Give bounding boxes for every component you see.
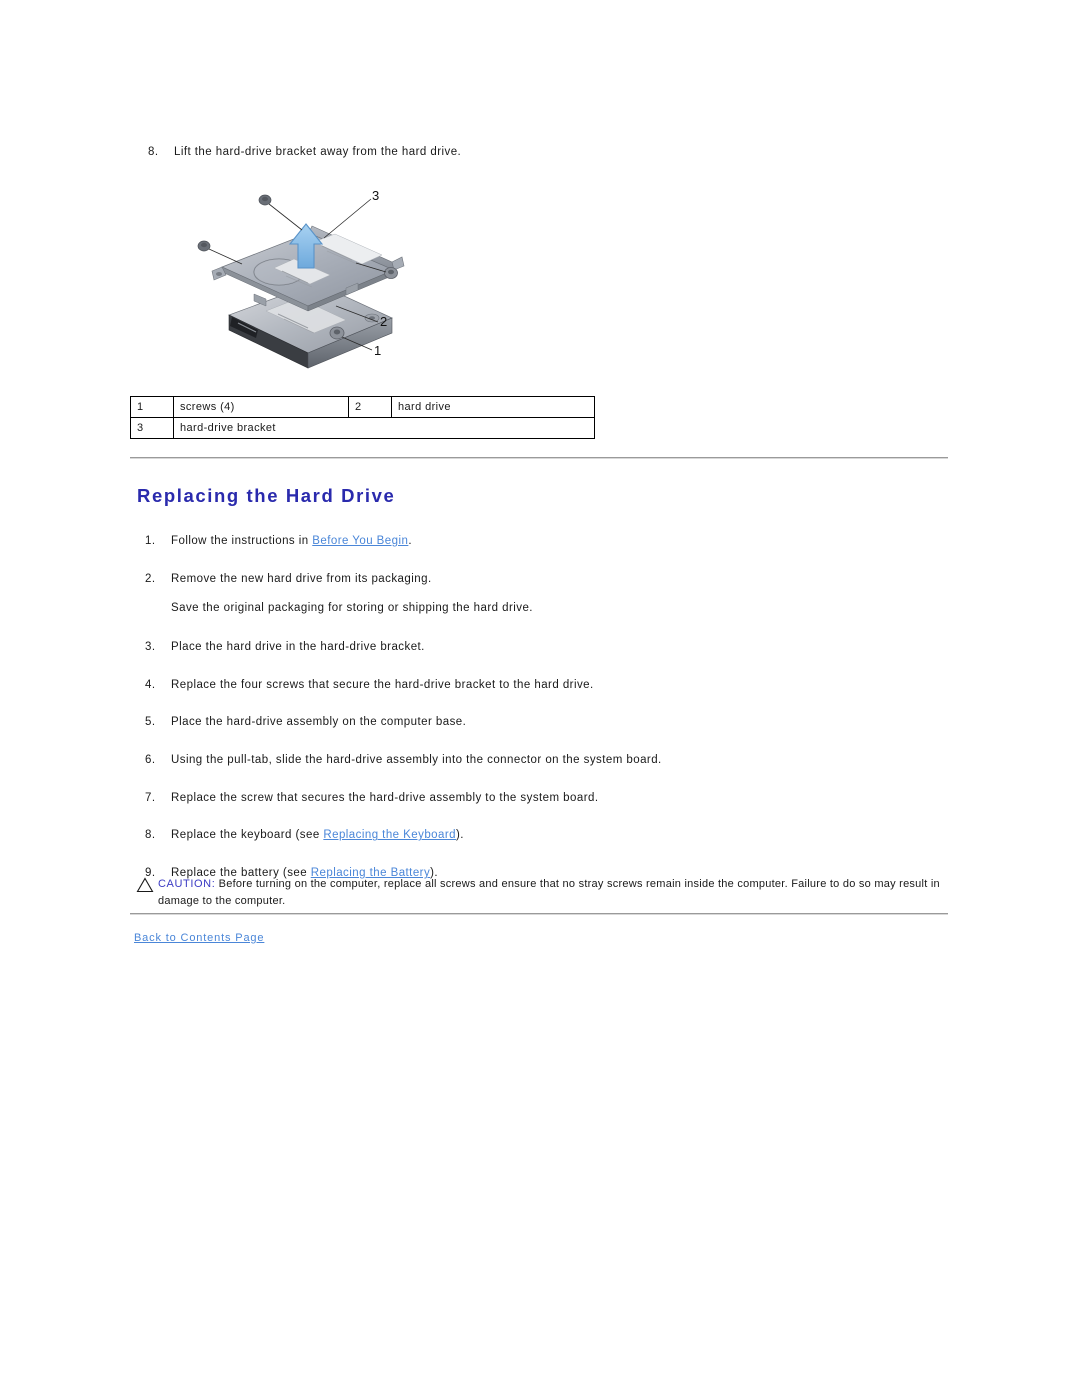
step-number: 1. [145, 535, 156, 547]
step-item: 7. Replace the screw that secures the ha… [145, 790, 955, 807]
step-item: 8. Lift the hard-drive bracket away from… [148, 144, 948, 161]
step-number: 7. [145, 791, 156, 804]
callout-number: 1 [130, 396, 174, 418]
callout-number: 2 [348, 396, 392, 418]
step-item: 6. Using the pull-tab, slide the hard-dr… [145, 752, 955, 769]
step-text: Place the hard drive in the hard-drive b… [171, 641, 425, 654]
step-number: 5. [145, 716, 156, 729]
step-number: 6. [145, 754, 156, 767]
callout-label: screws (4) [173, 396, 349, 418]
figure-callout-2: 2 [380, 314, 387, 329]
step-text: Remove the new hard drive from its packa… [171, 572, 432, 585]
table-row: 1 screws (4) 2 hard drive [130, 396, 595, 418]
figure-callout-table: 1 screws (4) 2 hard drive 3 hard-drive b… [130, 396, 595, 439]
step-text: Replace the screw that secures the hard-… [171, 791, 599, 804]
hard-drive-bracket-figure: 3 2 1 [196, 178, 456, 378]
step-item: 4. Replace the four screws that secure t… [145, 677, 955, 694]
link-replacing-the-keyboard[interactable]: Replacing the Keyboard [323, 829, 456, 841]
step-item: 1. Follow the instructions in Before You… [145, 533, 955, 550]
step-text-post: ). [456, 829, 464, 842]
caution-body: Before turning on the computer, replace … [158, 878, 940, 907]
step-text: Lift the hard-drive bracket away from th… [174, 146, 462, 158]
step-text-pre: Replace the keyboard (see [171, 829, 324, 842]
step-text: Place the hard-drive assembly on the com… [171, 716, 467, 729]
callout-label: hard-drive bracket [173, 417, 595, 439]
caution-notice: CAUTION: Before turning on the computer,… [136, 876, 951, 909]
figure-callout-3: 3 [372, 188, 379, 203]
footer-divider [130, 913, 948, 915]
document-page: 8. Lift the hard-drive bracket away from… [0, 0, 1080, 1397]
step-number: 8. [145, 829, 156, 842]
step-number: 3. [145, 641, 156, 654]
step-text: Using the pull-tab, slide the hard-drive… [171, 754, 662, 767]
step-text-pre: Follow the instructions in [171, 535, 313, 547]
table-row: 3 hard-drive bracket [130, 417, 595, 439]
step-number: 4. [145, 678, 156, 691]
step-text: Follow the instructions in Before You Be… [171, 533, 955, 550]
step-item: 5. Place the hard-drive assembly on the … [145, 714, 955, 731]
step-number: 8. [148, 146, 159, 158]
step-text-post: . [408, 535, 413, 547]
step-item: 8. Replace the keyboard (see Replacing t… [145, 827, 955, 844]
callout-number: 3 [130, 417, 174, 439]
page-title: Replacing the Hard Drive [137, 485, 396, 506]
callout-label: hard drive [391, 396, 595, 418]
step-item: 3. Place the hard drive in the hard-driv… [145, 639, 955, 656]
step-text: Replace the keyboard (see Replacing the … [171, 827, 955, 844]
step-text: Replace the four screws that secure the … [171, 678, 594, 691]
caution-label: CAUTION: [158, 878, 216, 890]
replacement-steps-list: 1. Follow the instructions in Before You… [145, 533, 955, 882]
warning-triangle-icon [136, 876, 158, 898]
figure-callout-1: 1 [374, 343, 381, 358]
link-before-you-begin[interactable]: Before You Begin [312, 535, 408, 547]
step-item: 2. Remove the new hard drive from its pa… [145, 571, 955, 588]
caution-text: CAUTION: Before turning on the computer,… [158, 876, 951, 909]
step-note: Save the original packaging for storing … [171, 602, 533, 615]
step-number: 2. [145, 572, 156, 585]
section-divider [130, 457, 948, 459]
back-to-contents-link[interactable]: Back to Contents Page [134, 932, 264, 944]
